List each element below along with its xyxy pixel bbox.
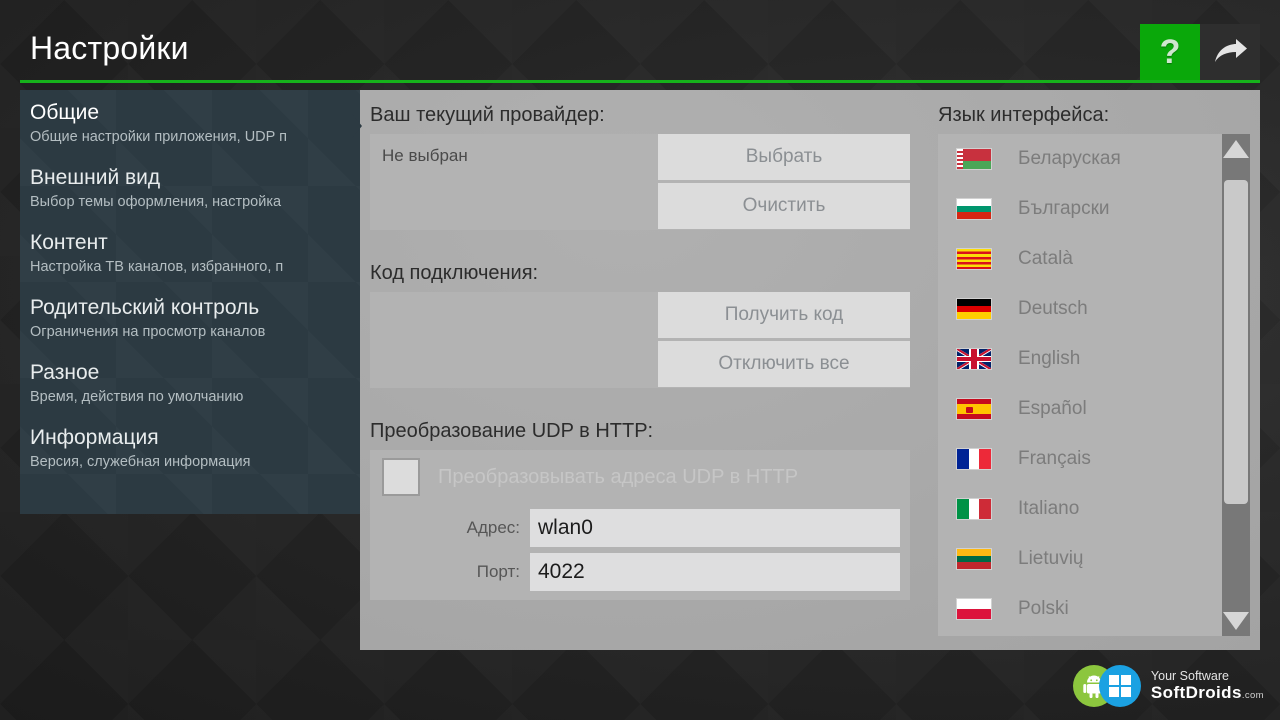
sidebar-item-title: Внешний вид <box>30 166 161 189</box>
windows-icon <box>1098 665 1141 707</box>
language-list[interactable]: Беларуская Български Català Deutsch English E… <box>938 134 1250 636</box>
provider-section-label: Ваш текущий провайдер: <box>370 104 605 126</box>
udp-convert-checkbox[interactable] <box>382 458 420 496</box>
flag-united-kingdom-icon <box>956 348 992 370</box>
scrollbar-up-button[interactable] <box>1222 134 1250 164</box>
language-list-items: Беларуская Български Català Deutsch English E… <box>938 134 1222 634</box>
udp-port-label: Порт: <box>476 562 520 581</box>
udp-to-http-section-label: Преобразование UDP в HTTP: <box>370 420 654 442</box>
triangle-down-icon <box>1223 612 1249 630</box>
flag-lithuania-icon <box>956 548 992 570</box>
provider-value: Не выбран <box>382 146 468 165</box>
language-item-label: Lietuvių <box>1018 548 1084 569</box>
sidebar-item-subtitle: Время, действия по умолчанию <box>30 389 244 405</box>
sidebar-item-title: Информация <box>30 426 159 449</box>
language-item[interactable]: Français <box>938 434 1222 484</box>
app-header: Настройки ? <box>0 0 1280 86</box>
language-item[interactable]: Polski <box>938 584 1222 634</box>
select-provider-button[interactable]: Выбрать <box>658 134 910 180</box>
language-item-label: Español <box>1018 398 1087 419</box>
page-title: Настройки <box>30 30 189 66</box>
triangle-up-icon <box>1223 140 1249 158</box>
scrollbar-down-button[interactable] <box>1222 606 1250 636</box>
sidebar-item-subtitle: Версия, служебная информация <box>30 454 251 470</box>
sidebar-item-content[interactable]: Контент Настройка ТВ каналов, избранного… <box>20 220 360 285</box>
sidebar-item-general[interactable]: Общие Общие настройки приложения, UDP п <box>20 90 360 155</box>
connection-code-group: Получить код Отключить все <box>370 292 910 388</box>
language-item-label: English <box>1018 348 1081 369</box>
udp-to-http-group: Преобразовывать адреса UDP в HTTP Адрес:… <box>370 450 910 600</box>
language-item[interactable]: Italiano <box>938 484 1222 534</box>
forward-arrow-icon <box>1211 37 1249 67</box>
sidebar-item-title: Родительский контроль <box>30 296 260 319</box>
interface-language-column: Язык интерфейса: Беларуская Български Cata… <box>938 104 1250 636</box>
general-settings-column: Ваш текущий провайдер: Не выбран Выбрать… <box>370 104 910 600</box>
language-item[interactable]: Deutsch <box>938 284 1222 334</box>
watermark-brand-name: SoftDroids <box>1150 682 1242 702</box>
exit-button[interactable] <box>1200 24 1260 80</box>
language-item-label: Català <box>1018 248 1073 269</box>
udp-address-row: Адрес: wlan0 <box>370 508 910 548</box>
language-item-label: Български <box>1018 198 1110 219</box>
connection-code-buttons: Получить код Отключить все <box>658 292 910 387</box>
language-item-label: Français <box>1018 448 1091 469</box>
sidebar-item-misc[interactable]: Разное Время, действия по умолчанию <box>20 350 360 415</box>
sidebar-item-subtitle: Выбор темы оформления, настройка <box>30 194 282 210</box>
language-item[interactable]: Български <box>938 184 1222 234</box>
clear-provider-button[interactable]: Очистить <box>658 183 910 229</box>
settings-sidebar[interactable]: Общие Общие настройки приложения, UDP п … <box>20 90 360 514</box>
udp-port-input[interactable]: 4022 <box>530 553 900 591</box>
flag-germany-icon <box>956 298 992 320</box>
language-item[interactable]: English <box>938 334 1222 384</box>
interface-language-label: Язык интерфейса: <box>938 104 1110 126</box>
language-item[interactable]: Lietuvių <box>938 534 1222 584</box>
sidebar-item-parental-control[interactable]: Родительский контроль Ограничения на про… <box>20 285 360 350</box>
softdroids-watermark: Your Software SoftDroids.com <box>1065 660 1272 712</box>
udp-address-input[interactable]: wlan0 <box>530 509 900 547</box>
sidebar-item-subtitle: Настройка ТВ каналов, избранного, п <box>30 259 284 275</box>
provider-group: Не выбран Выбрать Очистить <box>370 134 910 230</box>
header-accent-divider <box>20 80 1260 83</box>
watermark-tld: .com <box>1241 689 1264 701</box>
sidebar-item-appearance[interactable]: Внешний вид Выбор темы оформления, настр… <box>20 155 360 220</box>
scrollbar-thumb[interactable] <box>1224 180 1248 504</box>
sidebar-item-title: Контент <box>30 231 108 254</box>
language-item[interactable]: Español <box>938 384 1222 434</box>
sidebar-selection-pointer-icon <box>352 114 362 138</box>
language-item[interactable]: Беларуская <box>938 134 1222 184</box>
watermark-tagline: Your Software <box>1150 668 1229 683</box>
sidebar-item-title: Общие <box>30 101 100 124</box>
language-item[interactable]: Català <box>938 234 1222 284</box>
watermark-text: Your Software SoftDroids.com <box>1150 668 1264 703</box>
flag-belarus-icon <box>956 148 992 170</box>
udp-convert-checkbox-row[interactable]: Преобразовывать адреса UDP в HTTP <box>370 450 910 504</box>
provider-buttons: Выбрать Очистить <box>658 134 910 229</box>
watermark-brand: SoftDroids.com <box>1150 682 1264 703</box>
sidebar-item-subtitle: Ограничения на просмотр каналов <box>30 324 266 340</box>
flag-catalonia-icon <box>956 248 992 270</box>
settings-content-panel: Ваш текущий провайдер: Не выбран Выбрать… <box>360 90 1260 650</box>
disable-all-button[interactable]: Отключить все <box>658 341 910 387</box>
udp-port-row: Порт: 4022 <box>370 552 910 592</box>
flag-italy-icon <box>956 498 992 520</box>
sidebar-item-information[interactable]: Информация Версия, служебная информация <box>20 415 360 480</box>
help-button[interactable]: ? <box>1140 24 1200 80</box>
language-item-label: Italiano <box>1018 498 1080 519</box>
question-mark-icon: ? <box>1159 33 1181 71</box>
language-item-label: Deutsch <box>1018 298 1088 319</box>
sidebar-item-title: Разное <box>30 361 100 384</box>
sidebar-item-subtitle: Общие настройки приложения, UDP п <box>30 129 287 145</box>
language-item-label: Polski <box>1018 598 1069 619</box>
get-code-button[interactable]: Получить код <box>658 292 910 338</box>
language-list-scrollbar[interactable] <box>1222 134 1250 636</box>
udp-convert-checkbox-label: Преобразовывать адреса UDP в HTTP <box>438 465 799 488</box>
flag-spain-icon <box>956 398 992 420</box>
udp-address-label: Адрес: <box>466 518 520 537</box>
flag-bulgaria-icon <box>956 198 992 220</box>
language-item-label: Беларуская <box>1018 148 1121 169</box>
flag-france-icon <box>956 448 992 470</box>
watermark-logos <box>1072 663 1145 709</box>
flag-poland-icon <box>956 598 992 620</box>
connection-code-section-label: Код подключения: <box>370 262 539 284</box>
